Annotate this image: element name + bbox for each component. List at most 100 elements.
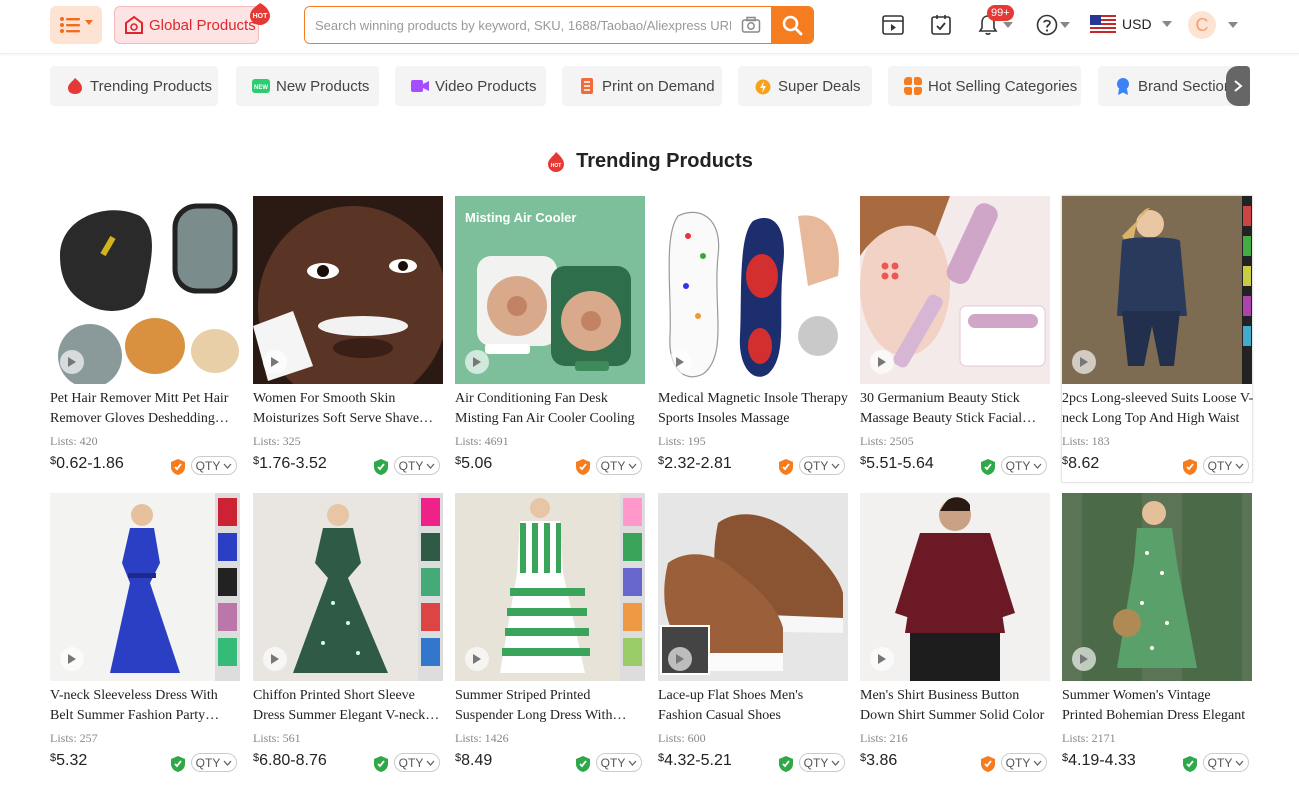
supplier-shield-icon — [981, 756, 995, 772]
qty-label: QTY — [398, 755, 424, 770]
product-title[interactable]: Chiffon Printed Short Sleeve Dress Summe… — [253, 686, 445, 726]
nav-item-new[interactable]: NEW New Products — [236, 66, 379, 106]
qty-dropdown[interactable]: QTY — [394, 753, 440, 772]
qty-dropdown[interactable]: QTY — [596, 753, 642, 772]
category-nav: Trending Products NEW New Products Video… — [50, 66, 1250, 106]
qty-label: QTY — [1207, 755, 1233, 770]
play-button[interactable] — [668, 350, 692, 374]
supplier-shield-icon — [171, 756, 185, 772]
product-image[interactable] — [253, 196, 443, 384]
product-image[interactable] — [50, 493, 240, 681]
nav-item-print-on-demand[interactable]: Print on Demand — [562, 66, 722, 106]
qty-label: QTY — [398, 458, 424, 473]
play-button[interactable] — [1072, 647, 1096, 671]
search-input[interactable] — [305, 7, 731, 43]
product-image[interactable] — [658, 493, 848, 681]
play-button[interactable] — [465, 350, 489, 374]
qty-dropdown[interactable]: QTY — [1203, 753, 1249, 772]
product-card[interactable]: 30 Germanium Beauty Stick Massage Beauty… — [860, 196, 1050, 482]
qty-dropdown[interactable]: QTY — [191, 456, 237, 475]
product-card[interactable]: Medical Magnetic Insole Therapy Sports I… — [658, 196, 848, 482]
play-button[interactable] — [263, 350, 287, 374]
nav-item-label: Video Products — [435, 77, 537, 95]
product-card[interactable]: Misting Air Cooler Air Conditioning Fan D… — [455, 196, 645, 482]
product-card[interactable]: Women For Smooth Skin Moisturizes Soft S… — [253, 196, 443, 482]
product-title[interactable]: 2pcs Long-sleeved Suits Loose V-neck Lon… — [1062, 389, 1254, 429]
qty-dropdown[interactable]: QTY — [1001, 456, 1047, 475]
currency-selector[interactable]: USD — [1090, 15, 1172, 33]
product-card[interactable]: Lace-up Flat Shoes Men's Fashion Casual … — [658, 493, 848, 779]
product-image[interactable] — [50, 196, 240, 384]
product-card[interactable]: Chiffon Printed Short Sleeve Dress Summe… — [253, 493, 443, 779]
product-image[interactable] — [253, 493, 443, 681]
price-value: 5.32 — [56, 752, 88, 769]
play-icon — [1080, 654, 1088, 664]
nav-item-super-deals[interactable]: Super Deals — [738, 66, 872, 106]
play-button[interactable] — [870, 350, 894, 374]
product-title[interactable]: Medical Magnetic Insole Therapy Sports I… — [658, 389, 850, 429]
product-image[interactable] — [860, 493, 1050, 681]
video-library-button[interactable] — [880, 12, 906, 38]
product-card[interactable]: Pet Hair Remover Mitt Pet Hair Remover G… — [50, 196, 240, 482]
play-button[interactable] — [60, 647, 84, 671]
nav-scroll-right-button[interactable] — [1226, 66, 1250, 106]
product-image[interactable]: Misting Air Cooler — [455, 196, 645, 384]
product-card[interactable]: V-neck Sleeveless Dress With Belt Summer… — [50, 493, 240, 779]
image-search-button[interactable] — [731, 7, 771, 43]
global-products-button[interactable]: Global Products — [114, 6, 259, 44]
nav-item-trending[interactable]: Trending Products — [50, 66, 218, 106]
search-button[interactable] — [771, 7, 813, 43]
product-image[interactable] — [1062, 196, 1252, 384]
product-title[interactable]: Air Conditioning Fan Desk Misting Fan Ai… — [455, 389, 647, 429]
svg-text:HOT: HOT — [253, 13, 269, 20]
price-value: 4.19-4.33 — [1068, 752, 1136, 769]
product-card[interactable]: Summer Women's Vintage Printed Bohemian … — [1062, 493, 1252, 779]
supplier-shield-icon — [779, 459, 793, 475]
supplier-shield-icon — [779, 756, 793, 772]
play-button[interactable] — [263, 647, 287, 671]
product-title[interactable]: Men's Shirt Business Button Down Shirt S… — [860, 686, 1052, 726]
qty-dropdown[interactable]: QTY — [1203, 456, 1249, 475]
product-title[interactable]: Lace-up Flat Shoes Men's Fashion Casual … — [658, 686, 850, 726]
play-button[interactable] — [60, 350, 84, 374]
product-title[interactable]: 30 Germanium Beauty Stick Massage Beauty… — [860, 389, 1052, 429]
price-value: 1.76-3.52 — [259, 455, 327, 472]
hot-badge-icon: HOT — [250, 3, 270, 25]
product-title[interactable]: Women For Smooth Skin Moisturizes Soft S… — [253, 389, 445, 429]
product-image[interactable] — [658, 196, 848, 384]
svg-text:HOT: HOT — [551, 163, 562, 169]
product-price: $4.19-4.33 — [1062, 752, 1136, 770]
product-image[interactable] — [860, 196, 1050, 384]
product-card[interactable]: Summer Striped Printed Suspender Long Dr… — [455, 493, 645, 779]
product-image[interactable] — [455, 493, 645, 681]
qty-dropdown[interactable]: QTY — [394, 456, 440, 475]
play-button[interactable] — [870, 647, 894, 671]
nav-item-hot-categories[interactable]: Hot Selling Categories — [888, 66, 1081, 106]
video-library-icon — [882, 15, 904, 35]
nav-item-video[interactable]: Video Products — [395, 66, 546, 106]
tasks-button[interactable] — [928, 12, 954, 38]
help-button[interactable] — [1034, 12, 1060, 38]
play-button[interactable] — [668, 647, 692, 671]
product-title[interactable]: Summer Striped Printed Suspender Long Dr… — [455, 686, 647, 726]
product-title[interactable]: V-neck Sleeveless Dress With Belt Summer… — [50, 686, 242, 726]
product-image[interactable] — [1062, 493, 1252, 681]
product-title[interactable]: Summer Women's Vintage Printed Bohemian … — [1062, 686, 1254, 726]
play-icon — [68, 654, 76, 664]
qty-dropdown[interactable]: QTY — [596, 456, 642, 475]
supplier-shield-icon — [374, 756, 388, 772]
qty-dropdown[interactable]: QTY — [1001, 753, 1047, 772]
chevron-down-icon — [831, 760, 840, 766]
play-button[interactable] — [465, 647, 489, 671]
qty-dropdown[interactable]: QTY — [191, 753, 237, 772]
qty-dropdown[interactable]: QTY — [799, 456, 845, 475]
product-card[interactable]: 2pcs Long-sleeved Suits Loose V-neck Lon… — [1061, 195, 1254, 483]
menu-button[interactable] — [50, 6, 102, 44]
global-products-label: Global Products — [149, 16, 256, 34]
play-button[interactable] — [1072, 350, 1096, 374]
qty-dropdown[interactable]: QTY — [799, 753, 845, 772]
product-title[interactable]: Pet Hair Remover Mitt Pet Hair Remover G… — [50, 389, 242, 429]
product-card[interactable]: Men's Shirt Business Button Down Shirt S… — [860, 493, 1050, 779]
nav-item-label: Trending Products — [90, 77, 213, 95]
avatar[interactable]: C — [1188, 11, 1216, 39]
